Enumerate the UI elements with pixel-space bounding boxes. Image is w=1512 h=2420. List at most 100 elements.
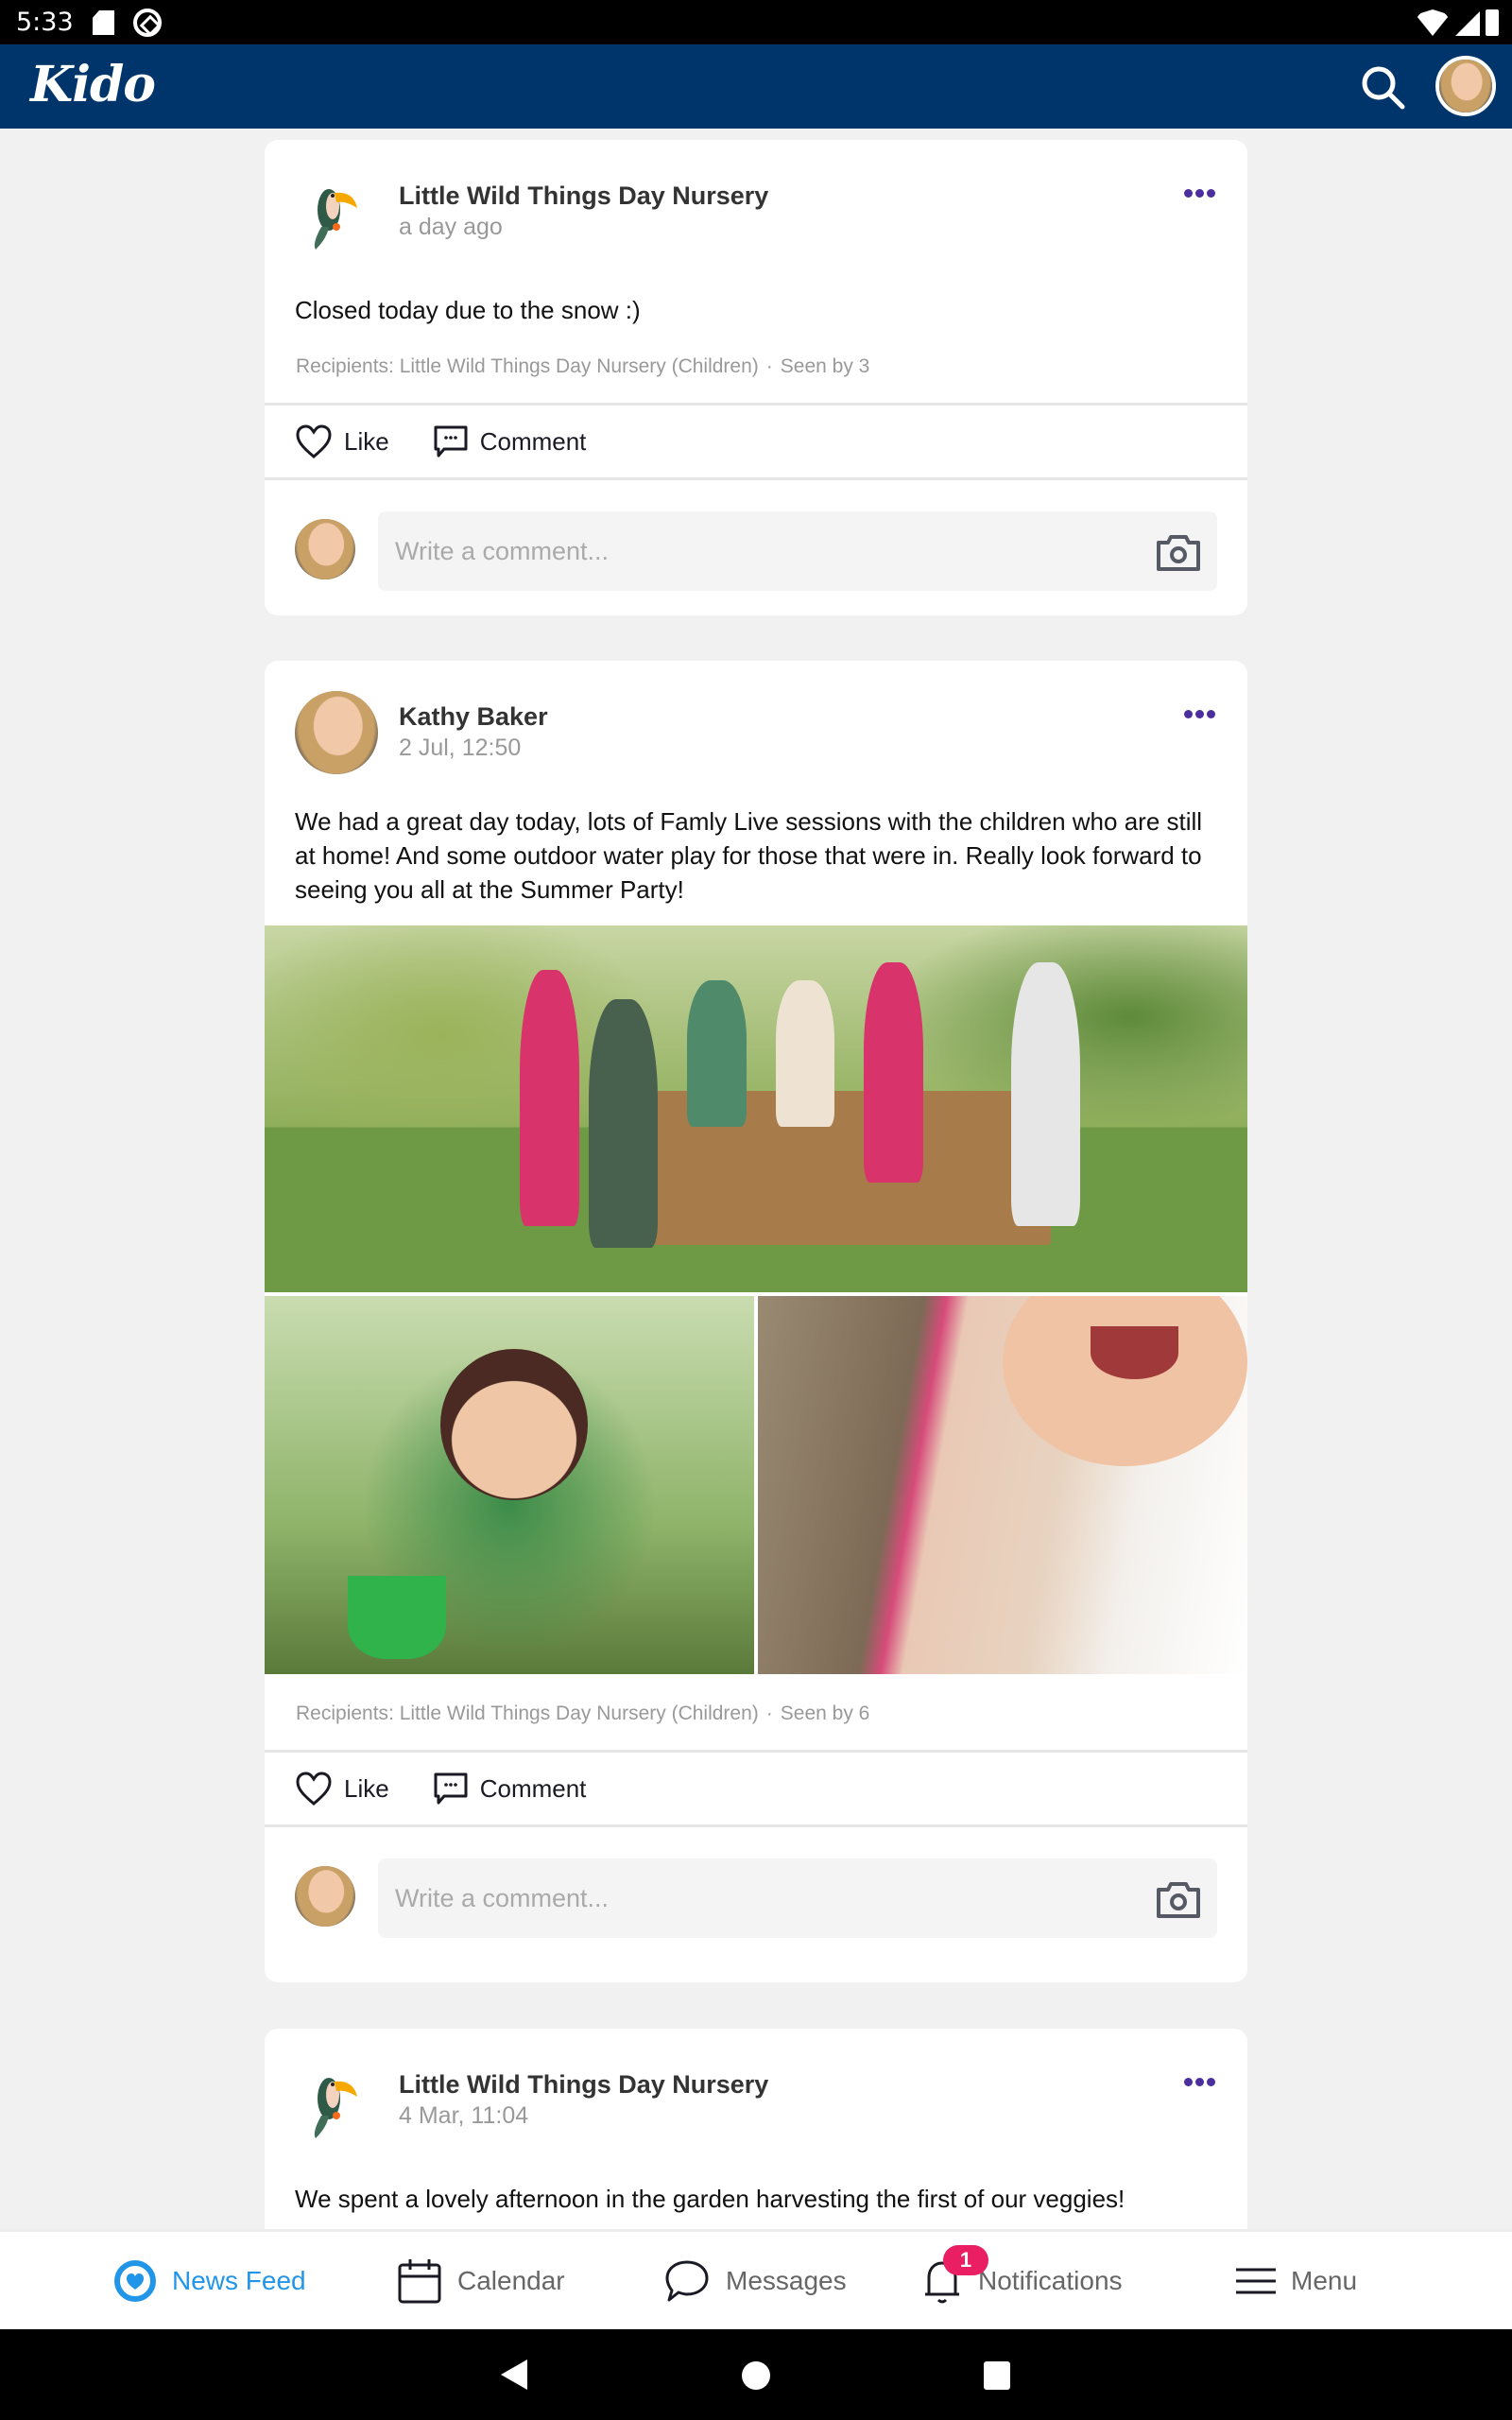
post-actions: Like Comment (265, 403, 1247, 480)
nav-messages[interactable]: Messages (663, 2232, 847, 2329)
back-icon[interactable] (501, 2360, 527, 2390)
child-shape (864, 961, 923, 1183)
profile-avatar[interactable] (1435, 56, 1496, 116)
post-header: Kathy Baker 2 Jul, 12:50 (265, 661, 1247, 774)
more-dot (1184, 710, 1193, 718)
more-dot (1195, 2078, 1204, 2086)
post-header: Little Wild Things Day Nursery a day ago (265, 140, 1247, 253)
post-card: Little Wild Things Day Nursery a day ago… (265, 140, 1247, 615)
nav-label: Messages (726, 2265, 847, 2295)
comment-input[interactable] (378, 511, 1217, 591)
messages-icon (665, 2260, 709, 2301)
comment-icon (434, 1772, 468, 1805)
child-shape (1011, 961, 1081, 1227)
camera-icon[interactable] (1155, 1880, 1202, 1920)
battery-icon (1486, 9, 1499, 36)
like-button[interactable]: Like (295, 424, 389, 459)
separator-dot: · (765, 1703, 773, 1724)
hamburger-icon (1236, 2268, 1276, 2293)
like-button[interactable]: Like (295, 1771, 389, 1806)
system-nav-bar (0, 2329, 1512, 2420)
post-text: We spent a lovely afternoon in the garde… (295, 2185, 1125, 2213)
seen-by-text[interactable]: Seen by 6 (781, 1703, 870, 1724)
post-meta: Recipients: Little Wild Things Day Nurse… (265, 1674, 1247, 1750)
more-options-button[interactable] (1184, 189, 1215, 198)
more-dot (1184, 2078, 1193, 2086)
commenter-avatar (295, 1866, 355, 1927)
commenter-avatar (295, 519, 355, 579)
nav-label: Notifications (978, 2265, 1123, 2295)
camera-icon[interactable] (1155, 533, 1202, 573)
child-shape (775, 980, 835, 1128)
post-author[interactable]: Little Wild Things Day Nursery (399, 2070, 768, 2100)
photo-children-at-water-play-table[interactable] (265, 925, 1247, 1292)
like-label: Like (344, 1773, 389, 1803)
child-shape (589, 998, 658, 1249)
more-dot (1207, 710, 1215, 718)
home-icon[interactable] (742, 2361, 770, 2390)
photo-smiling-child-with-sand[interactable] (758, 1296, 1247, 1674)
comment-icon (434, 425, 468, 458)
nav-calendar[interactable]: Calendar (397, 2232, 565, 2329)
bottom-nav: News Feed Calendar Messages Notification… (0, 2229, 1512, 2329)
comment-button[interactable]: Comment (433, 1772, 587, 1806)
more-dot (1184, 189, 1193, 198)
post-author[interactable]: Little Wild Things Day Nursery (399, 182, 768, 211)
search-icon (1362, 66, 1405, 110)
nav-menu[interactable]: Menu (1236, 2232, 1357, 2329)
user-photo (295, 1866, 355, 1927)
post-timestamp: 4 Mar, 11:04 (399, 2102, 529, 2129)
kathy-baker-photo (295, 691, 378, 774)
comment-composer (265, 1827, 1247, 1967)
toucan-logo-icon[interactable] (295, 2059, 378, 2142)
child-shape (687, 980, 747, 1128)
heart-icon (296, 1772, 332, 1806)
separator-dot: · (765, 355, 773, 377)
post-timestamp: 2 Jul, 12:50 (399, 735, 522, 761)
calendar-icon (398, 2258, 441, 2303)
comment-button[interactable]: Comment (433, 424, 587, 458)
photo-girl-with-green-bucket[interactable] (265, 1296, 754, 1674)
seen-by-text[interactable]: Seen by 3 (781, 355, 870, 377)
comment-input[interactable] (378, 1858, 1217, 1938)
user-photo (295, 519, 355, 579)
recipients-text: Recipients: Little Wild Things Day Nurse… (296, 355, 759, 377)
post-author[interactable]: Kathy Baker (399, 702, 548, 732)
post-timestamp: a day ago (399, 214, 503, 240)
sync-icon (133, 9, 162, 37)
notification-badge: 1 (943, 2245, 988, 2275)
child-shape (520, 969, 579, 1227)
sd-card-icon (93, 10, 114, 35)
post-text: Closed today due to the snow :) (295, 296, 641, 324)
more-dot (1207, 189, 1215, 198)
author-avatar[interactable] (295, 691, 378, 774)
app-logo[interactable]: Kido (30, 56, 156, 113)
recent-apps-icon[interactable] (984, 2361, 1010, 2390)
cell-signal-icon (1455, 11, 1480, 36)
heart-icon (296, 424, 332, 458)
more-options-button[interactable] (1184, 2078, 1215, 2086)
news-feed-icon (114, 2259, 156, 2302)
post-meta: Recipients: Little Wild Things Day Nurse… (265, 355, 1247, 403)
more-dot (1195, 189, 1204, 198)
post-header: Little Wild Things Day Nursery 4 Mar, 11… (265, 2029, 1247, 2142)
child-mouth-shape (1091, 1326, 1179, 1379)
comment-label: Comment (479, 426, 587, 456)
search-button[interactable] (1357, 61, 1410, 114)
more-dot (1207, 2078, 1215, 2086)
comment-composer (265, 480, 1247, 615)
user-photo (1439, 60, 1492, 112)
nav-label: Calendar (457, 2265, 565, 2295)
more-options-button[interactable] (1184, 710, 1215, 718)
app-bar: Kido (0, 44, 1512, 129)
post-text: We had a great day today, lots of Famly … (295, 807, 1203, 904)
status-time: 5:33 (16, 8, 74, 37)
child-face-shape (1003, 1296, 1247, 1466)
nav-news-feed[interactable]: News Feed (113, 2232, 306, 2329)
post-actions: Like Comment (265, 1750, 1247, 1827)
toucan-logo-icon[interactable] (295, 170, 378, 253)
nav-label: News Feed (172, 2265, 306, 2295)
photo-grid (265, 925, 1247, 1674)
like-label: Like (344, 426, 389, 456)
comment-label: Comment (479, 1773, 587, 1803)
